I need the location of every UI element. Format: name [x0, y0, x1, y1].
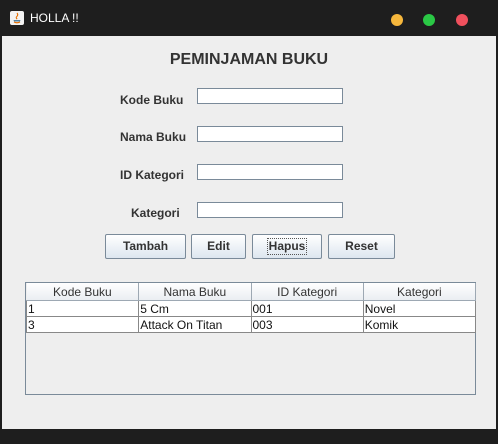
- table-cell[interactable]: 1: [25, 300, 140, 317]
- table-header-row: Kode Buku Nama Buku ID Kategori Kategori: [26, 283, 477, 301]
- java-app-icon: [10, 11, 24, 25]
- app-window: HOLLA !! PEMINJAMAN BUKU Kode Buku Nama …: [0, 0, 498, 444]
- table-cell[interactable]: Attack On Titan: [138, 316, 252, 333]
- books-table[interactable]: Kode Buku Nama Buku ID Kategori Kategori…: [25, 283, 477, 333]
- table-cell[interactable]: 5 Cm: [138, 300, 252, 317]
- id-kategori-label: ID Kategori: [120, 168, 185, 182]
- id-kategori-field[interactable]: [197, 164, 343, 180]
- column-header-nama-buku[interactable]: Nama Buku: [138, 283, 252, 301]
- column-header-kategori[interactable]: Kategori: [363, 283, 477, 301]
- hapus-button-label: Hapus: [266, 238, 308, 255]
- table-row[interactable]: 1 5 Cm 001 Novel: [25, 300, 477, 317]
- window-bottom-edge: [0, 429, 498, 444]
- page-title: PEMINJAMAN BUKU: [169, 51, 329, 68]
- form-panel: PEMINJAMAN BUKU Kode Buku Nama Buku ID K…: [2, 36, 496, 429]
- close-button[interactable]: [456, 14, 468, 26]
- title-bar[interactable]: HOLLA !!: [0, 0, 498, 36]
- kategori-label: Kategori: [131, 206, 180, 220]
- nama-buku-field[interactable]: [197, 126, 343, 142]
- table-cell[interactable]: Novel: [362, 300, 477, 317]
- table-cell[interactable]: 001: [250, 300, 364, 317]
- kode-buku-field[interactable]: [197, 88, 343, 104]
- kategori-field[interactable]: [197, 202, 343, 218]
- tambah-button[interactable]: Tambah: [105, 234, 186, 259]
- nama-buku-label: Nama Buku: [120, 130, 187, 144]
- column-header-kode-buku[interactable]: Kode Buku: [26, 283, 140, 301]
- window-title: HOLLA !!: [30, 11, 79, 25]
- maximize-button[interactable]: [423, 14, 435, 26]
- kode-buku-label: Kode Buku: [120, 93, 184, 107]
- table-row[interactable]: 3 Attack On Titan 003 Komik: [25, 316, 477, 333]
- edit-button[interactable]: Edit: [191, 234, 246, 259]
- table-cell[interactable]: 003: [250, 316, 364, 333]
- table-cell[interactable]: 3: [25, 316, 140, 333]
- column-header-id-kategori[interactable]: ID Kategori: [251, 283, 364, 301]
- table-cell[interactable]: Komik: [362, 316, 477, 333]
- hapus-button[interactable]: Hapus: [252, 234, 322, 259]
- books-table-scrollpane[interactable]: Kode Buku Nama Buku ID Kategori Kategori…: [25, 282, 477, 395]
- minimize-button[interactable]: [391, 14, 403, 26]
- reset-button[interactable]: Reset: [328, 234, 395, 259]
